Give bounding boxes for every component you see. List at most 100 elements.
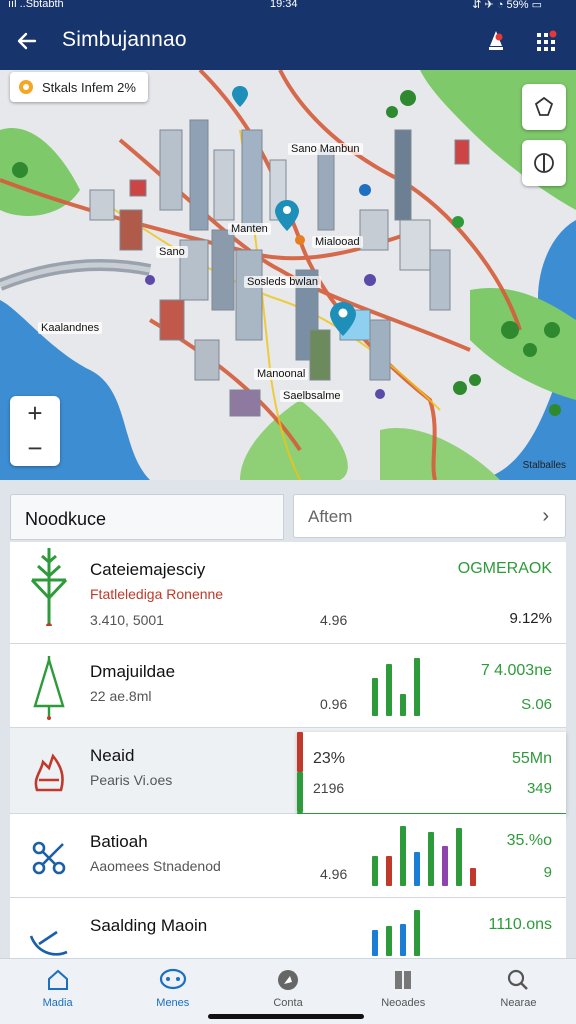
chart-bar <box>414 852 420 886</box>
item-status: 35.%o <box>506 832 552 849</box>
nav-label: Neoades <box>381 997 426 1009</box>
chart-bar <box>297 772 303 812</box>
list-item[interactable]: Cateiemajesciy Ftatlelediga Ronenne 3.41… <box>10 542 566 644</box>
status-bar: ııl ..Sbtabth 19:34 ⇵ ✈ ◔ 59% ▭ <box>0 0 576 12</box>
chart-bar <box>414 910 420 956</box>
map-label: Sano <box>156 246 188 258</box>
item-name: Dmajuildae <box>90 662 176 681</box>
chart-bar <box>372 856 378 886</box>
zoom-controls: + − <box>10 396 60 466</box>
item-name: Neaid <box>90 746 135 765</box>
map-search-text: Stkals Infem 2% <box>42 79 136 95</box>
nav-tab-nearae[interactable]: Nearae <box>461 959 576 1024</box>
layers-button[interactable] <box>522 84 566 130</box>
flame-icon <box>24 742 74 802</box>
scissors-molecule-icon <box>24 828 74 888</box>
chart-bar <box>456 828 462 886</box>
filter-placeholder: Aftem <box>308 507 353 526</box>
home-indicator <box>208 1014 364 1019</box>
list-item[interactable]: Saalding Maoin 1110.ons <box>10 898 566 960</box>
app-header: Simbujannao <box>0 12 576 70</box>
status-battery: ⇵ ✈ ◔ 59% ▭ <box>472 0 542 11</box>
item-percent-secondary: 2196 <box>313 780 345 796</box>
item-percent: 23% <box>313 750 346 767</box>
item-subtitle: Pearis Vi.oes <box>90 772 173 788</box>
herb-plant-icon <box>24 548 74 626</box>
nav-label: Madia <box>42 997 73 1009</box>
item-value: S.06 <box>521 696 552 713</box>
chart-bar <box>372 678 378 716</box>
item-subtitle: Aaomees Stnadenod <box>90 858 221 874</box>
city-map[interactable] <box>0 70 576 480</box>
grid-menu-icon[interactable] <box>530 25 562 57</box>
item-subtitle: 22 ae.8ml <box>90 688 152 704</box>
map-label: Kaalandnes <box>38 322 103 334</box>
chart-bar <box>386 664 392 716</box>
item-coords: 3.410, 5001 <box>90 612 164 628</box>
item-value: 9 <box>543 864 552 881</box>
chart-bar <box>442 846 448 886</box>
list-item[interactable]: Dmajuildae 22 ae.8ml 0.96 7 4.003ne S.06 <box>10 644 566 728</box>
item-percent: 4.96 <box>320 866 348 882</box>
zoom-out-button[interactable]: − <box>27 433 42 464</box>
map-attribution: Stalballes <box>522 460 566 471</box>
item-value: 9.12% <box>509 610 552 627</box>
map-label: Manoonal <box>254 368 309 380</box>
results-panel: Noodkuce Aftem › Cateiemajesciy Ftatlele… <box>0 480 576 960</box>
chevron-right-icon: › <box>542 505 549 527</box>
selected-metrics-card[interactable]: 23% 2196 55Mn 349 <box>297 732 566 926</box>
page-title: Simbujannao <box>62 28 187 51</box>
map-label: Manten <box>228 223 271 235</box>
layers-icon <box>534 96 554 116</box>
list-item[interactable]: Batioah Aaomees Stnadenod 4.96 35.%o 9 <box>10 814 566 898</box>
back-arrow-icon[interactable] <box>12 26 42 56</box>
item-percent: 0.96 <box>320 696 348 712</box>
nav-tab-madia[interactable]: Madia <box>0 959 115 1024</box>
item-percent: 4.96 <box>320 612 348 628</box>
mini-bar-chart <box>372 654 420 716</box>
status-time: 19:34 <box>270 0 298 10</box>
item-status: 7 4.003ne <box>480 662 552 679</box>
chart-bar <box>428 832 434 886</box>
compass-button[interactable] <box>522 140 566 186</box>
map-search-chip[interactable]: Stkals Infem 2% <box>10 72 148 102</box>
compass-icon <box>278 970 298 990</box>
home-icon <box>47 969 68 990</box>
chat-bubble-icon <box>159 968 186 990</box>
status-signal: ııl ..Sbtabth <box>8 0 64 10</box>
item-name: Batioah <box>90 832 148 851</box>
chart-bar <box>400 924 406 956</box>
map-label: Saelbsalme <box>280 390 344 402</box>
map-label: Sosleds bwlan <box>244 276 321 288</box>
chart-bar <box>400 694 406 716</box>
filter-dropdown[interactable]: Aftem › <box>293 494 566 538</box>
tree-triangle-icon <box>24 656 74 720</box>
item-value: 349 <box>526 780 552 797</box>
location-dot-icon <box>19 80 33 94</box>
chart-bar <box>386 926 392 956</box>
panel-title: Noodkuce <box>10 494 284 540</box>
nav-label: Menes <box>156 997 190 1009</box>
map-label: Mialooad <box>312 236 363 248</box>
search-icon <box>508 969 529 990</box>
item-subtitle: Ftatlelediga Ronenne <box>90 586 224 602</box>
item-status: 55Mn <box>511 750 552 767</box>
chart-bar <box>400 826 406 886</box>
nav-label: Nearae <box>500 997 537 1009</box>
map-label: Sano Manbun <box>288 143 363 155</box>
item-status: 1110.ons <box>488 916 552 933</box>
nav-label: Conta <box>273 997 303 1009</box>
zoom-in-button[interactable]: + <box>27 398 42 429</box>
item-name: Saalding Maoin <box>90 916 208 935</box>
book-icon <box>395 971 412 989</box>
mini-bar-chart <box>372 904 420 956</box>
chart-bar <box>386 856 392 886</box>
chart-bar <box>414 658 420 716</box>
chart-bar <box>372 930 378 956</box>
pin-alert-icon[interactable] <box>480 25 512 57</box>
mini-bar-chart <box>372 824 476 886</box>
item-status: OGMERAOK <box>457 560 552 577</box>
chart-bar <box>297 732 303 772</box>
item-name: Cateiemajesciy <box>90 560 206 579</box>
compass-north-icon <box>534 153 554 173</box>
